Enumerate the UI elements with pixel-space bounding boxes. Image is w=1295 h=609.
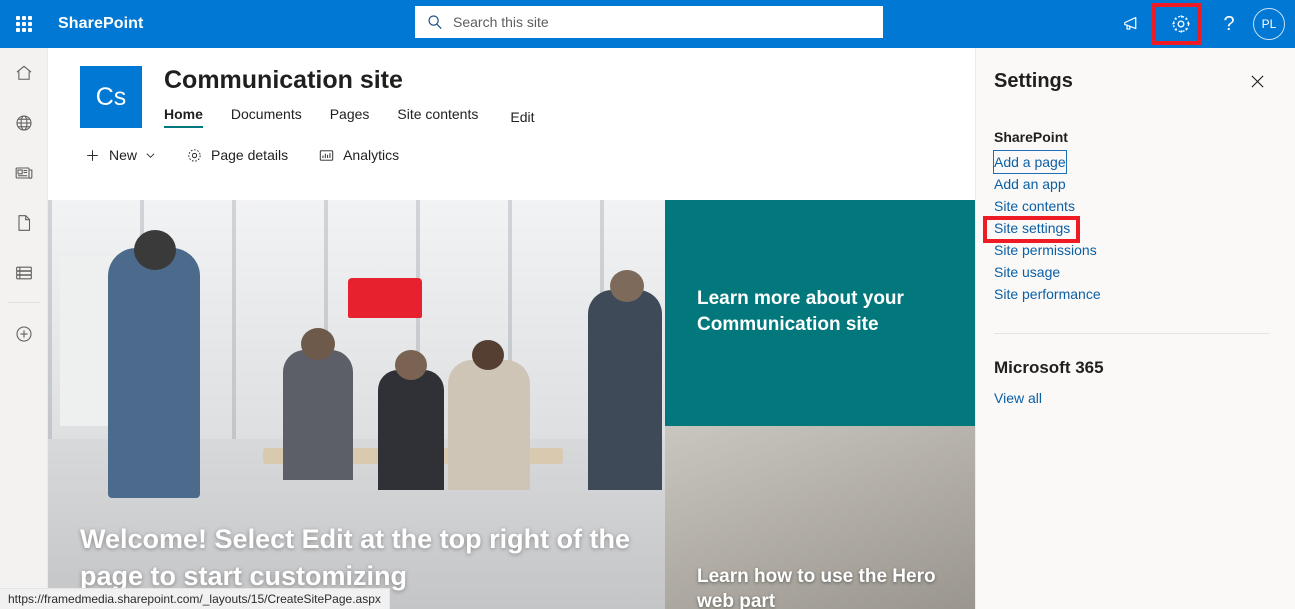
analytics-label: Analytics bbox=[343, 147, 399, 163]
rail-item-create[interactable] bbox=[0, 309, 48, 359]
analytics-icon bbox=[318, 147, 335, 164]
search-box[interactable] bbox=[415, 6, 883, 38]
settings-panel-divider bbox=[994, 333, 1269, 334]
nav-item-home[interactable]: Home bbox=[164, 106, 203, 128]
hero-tile-teal[interactable]: Learn more about your Communication site bbox=[665, 200, 975, 426]
new-button-label: New bbox=[109, 147, 137, 163]
page-canvas: Cs Communication site Home Documents Pag… bbox=[48, 48, 975, 609]
site-logo[interactable]: Cs bbox=[80, 66, 142, 128]
search-input[interactable] bbox=[453, 14, 853, 30]
megaphone-icon[interactable] bbox=[1109, 0, 1157, 48]
hero-tile-teal-text: Learn more about your Communication site bbox=[697, 286, 947, 337]
sharepoint-page: SharePoint ? PL bbox=[0, 0, 1295, 609]
hero-photo-person-5 bbox=[588, 290, 662, 490]
hero-photo-person-2 bbox=[283, 350, 353, 480]
site-header: Cs Communication site Home Documents Pag… bbox=[48, 48, 975, 128]
settings-group-sharepoint: SharePoint bbox=[994, 129, 1269, 145]
rail-item-news[interactable] bbox=[0, 148, 48, 198]
settings-group-microsoft365: Microsoft 365 bbox=[994, 358, 1269, 378]
page-details-label: Page details bbox=[211, 147, 288, 163]
close-icon[interactable] bbox=[1246, 70, 1269, 93]
hero-tile-main[interactable]: Welcome! Select Edit at the top right of… bbox=[48, 200, 665, 609]
suite-brand-sharepoint[interactable]: SharePoint bbox=[58, 15, 143, 33]
hero-photo-person-1 bbox=[108, 248, 200, 498]
hero-photo-person-4 bbox=[448, 360, 530, 490]
hero-photo-person-2-head bbox=[301, 328, 335, 360]
settings-gear-button[interactable] bbox=[1157, 0, 1205, 48]
avatar[interactable]: PL bbox=[1253, 8, 1285, 40]
nav-item-site-contents[interactable]: Site contents bbox=[397, 106, 478, 128]
hero-tile-image-text: Learn how to use the Hero web part bbox=[697, 564, 955, 609]
chevron-down-icon bbox=[145, 150, 156, 161]
settings-panel-title: Settings bbox=[994, 70, 1073, 93]
settings-panel: Settings SharePoint Add a page Add an ap… bbox=[975, 48, 1295, 609]
rail-divider bbox=[8, 302, 40, 303]
page-title[interactable]: Communication site bbox=[164, 66, 534, 95]
page-details-button[interactable]: Page details bbox=[186, 147, 288, 164]
hero-photo-lamp bbox=[348, 278, 422, 318]
left-rail bbox=[0, 48, 48, 609]
hero-photo-person-3-head bbox=[395, 350, 427, 380]
hero-photo-person-5-head bbox=[610, 270, 644, 302]
search-icon bbox=[427, 14, 443, 30]
settings-link-site-performance[interactable]: Site performance bbox=[994, 283, 1101, 305]
site-navigation: Home Documents Pages Site contents Edit bbox=[164, 106, 534, 128]
settings-link-add-an-app[interactable]: Add an app bbox=[994, 173, 1066, 195]
nav-item-pages[interactable]: Pages bbox=[330, 106, 370, 128]
hero-web-part: Welcome! Select Edit at the top right of… bbox=[48, 200, 975, 609]
hero-photo-person-1-head bbox=[134, 230, 176, 270]
status-bar-url: https://framedmedia.sharepoint.com/_layo… bbox=[0, 588, 390, 609]
suite-actions: ? PL bbox=[1109, 0, 1295, 48]
rail-item-home[interactable] bbox=[0, 48, 48, 98]
settings-link-site-usage[interactable]: Site usage bbox=[994, 261, 1060, 283]
gear-icon bbox=[186, 147, 203, 164]
settings-link-site-settings[interactable]: Site settings bbox=[994, 217, 1070, 239]
hero-tiles-right: Learn more about your Communication site… bbox=[665, 200, 975, 609]
plus-icon bbox=[84, 147, 101, 164]
settings-link-view-all[interactable]: View all bbox=[994, 390, 1042, 406]
rail-item-documents[interactable] bbox=[0, 198, 48, 248]
new-button[interactable]: New bbox=[84, 147, 156, 164]
analytics-button[interactable]: Analytics bbox=[318, 147, 399, 164]
hero-photo-person-3 bbox=[378, 370, 444, 490]
settings-link-site-permissions[interactable]: Site permissions bbox=[994, 239, 1097, 261]
settings-link-add-a-page[interactable]: Add a page bbox=[994, 151, 1066, 173]
suite-bar: SharePoint ? PL bbox=[0, 0, 1295, 48]
hero-tile-image[interactable]: Learn how to use the Hero web part bbox=[665, 426, 975, 609]
nav-item-documents[interactable]: Documents bbox=[231, 106, 302, 128]
hero-main-caption: Welcome! Select Edit at the top right of… bbox=[80, 521, 635, 596]
rail-item-globe[interactable] bbox=[0, 98, 48, 148]
rail-item-lists[interactable] bbox=[0, 248, 48, 298]
command-bar: New Page details bbox=[48, 128, 975, 172]
hero-photo-person-4-head bbox=[472, 340, 504, 370]
settings-panel-header: Settings bbox=[994, 70, 1269, 93]
app-launcher-icon[interactable] bbox=[0, 0, 48, 48]
settings-link-site-contents[interactable]: Site contents bbox=[994, 195, 1075, 217]
help-icon[interactable]: ? bbox=[1205, 0, 1253, 48]
edit-link[interactable]: Edit bbox=[510, 109, 534, 125]
